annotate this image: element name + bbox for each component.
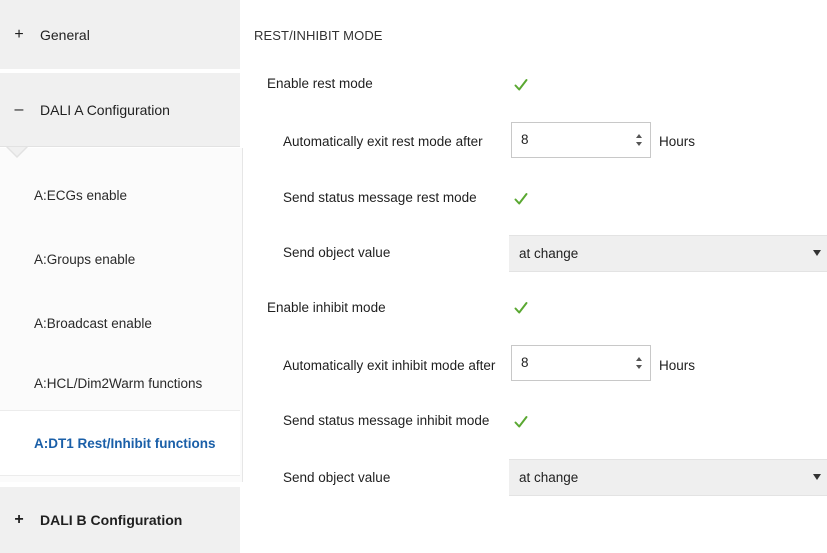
send-object-value-rest-dropdown[interactable]: at change bbox=[509, 235, 827, 272]
send-object-value-label: Send object value bbox=[283, 470, 391, 485]
check-icon bbox=[514, 79, 528, 91]
app-window: + General – DALI A Configuration A:ECGs … bbox=[0, 0, 827, 553]
send-status-rest-label: Send status message rest mode bbox=[283, 190, 477, 205]
send-status-inhibit-label: Send status message inhibit mode bbox=[283, 413, 490, 428]
nav-dali-b-label: DALI B Configuration bbox=[40, 512, 183, 528]
sidebar-item-broadcast-enable[interactable]: A:Broadcast enable bbox=[0, 294, 240, 352]
auto-exit-inhibit-label: Automatically exit inhibit mode after bbox=[283, 358, 496, 373]
expand-icon: + bbox=[14, 511, 24, 528]
enable-inhibit-mode-label: Enable inhibit mode bbox=[267, 300, 386, 315]
spin-arrows-icon[interactable] bbox=[634, 130, 644, 150]
sidebar-item-groups-enable[interactable]: A:Groups enable bbox=[0, 230, 240, 288]
enable-rest-mode-label: Enable rest mode bbox=[267, 76, 373, 91]
sidebar-item-ecgs-enable[interactable]: A:ECGs enable bbox=[0, 166, 240, 224]
expand-icon: + bbox=[14, 25, 24, 43]
chevron-down-icon bbox=[813, 474, 821, 480]
sidebar-item-label: A:DT1 Rest/Inhibit functions bbox=[34, 435, 216, 451]
dropdown-value: at change bbox=[519, 246, 579, 261]
send-object-value-label: Send object value bbox=[283, 245, 391, 260]
sidebar-item-dt1-rest-inhibit[interactable]: A:DT1 Rest/Inhibit functions bbox=[0, 410, 240, 476]
send-status-inhibit-checkbox[interactable] bbox=[513, 414, 529, 430]
check-icon bbox=[514, 193, 528, 205]
auto-exit-rest-label: Automatically exit rest mode after bbox=[283, 134, 483, 149]
nav-dali-a-configuration[interactable]: – DALI A Configuration bbox=[0, 73, 240, 147]
sidebar-item-label: A:Groups enable bbox=[34, 251, 136, 267]
dropdown-value: at change bbox=[519, 470, 579, 485]
nav-general[interactable]: + General bbox=[0, 0, 240, 69]
parameter-panel: REST/INHIBIT MODE Enable rest mode Autom… bbox=[243, 0, 827, 553]
nav-general-label: General bbox=[40, 26, 90, 43]
sidebar-item-label: A:Broadcast enable bbox=[34, 315, 152, 331]
collapse-icon: – bbox=[14, 100, 24, 118]
nav-dali-b-configuration[interactable]: + DALI B Configuration bbox=[0, 487, 240, 553]
sidebar-item-label: A:HCL/Dim2Warm functions bbox=[34, 375, 203, 391]
enable-rest-mode-checkbox[interactable] bbox=[513, 77, 529, 93]
check-icon bbox=[514, 302, 528, 314]
auto-exit-inhibit-spinner[interactable]: 8 bbox=[511, 345, 651, 381]
unit-label: Hours bbox=[659, 358, 696, 373]
unit-label: Hours bbox=[659, 134, 696, 149]
check-icon bbox=[514, 416, 528, 428]
sidebar-item-hcl-dim2warm[interactable]: A:HCL/Dim2Warm functions bbox=[0, 354, 240, 412]
spinner-value: 8 bbox=[521, 355, 529, 370]
sidebar-item-label: A:ECGs enable bbox=[34, 187, 128, 203]
send-object-value-inhibit-dropdown[interactable]: at change bbox=[509, 459, 827, 496]
chevron-down-icon bbox=[813, 250, 821, 256]
section-title: REST/INHIBIT MODE bbox=[254, 28, 383, 43]
enable-inhibit-mode-checkbox[interactable] bbox=[513, 300, 529, 316]
sidebar: + General – DALI A Configuration A:ECGs … bbox=[0, 0, 243, 553]
send-status-rest-checkbox[interactable] bbox=[513, 191, 529, 207]
nav-dali-a-label: DALI A Configuration bbox=[40, 101, 170, 118]
spinner-value: 8 bbox=[521, 132, 529, 147]
spin-arrows-icon[interactable] bbox=[634, 353, 644, 373]
submenu-pointer-inner bbox=[8, 147, 26, 156]
auto-exit-rest-spinner[interactable]: 8 bbox=[511, 122, 651, 158]
